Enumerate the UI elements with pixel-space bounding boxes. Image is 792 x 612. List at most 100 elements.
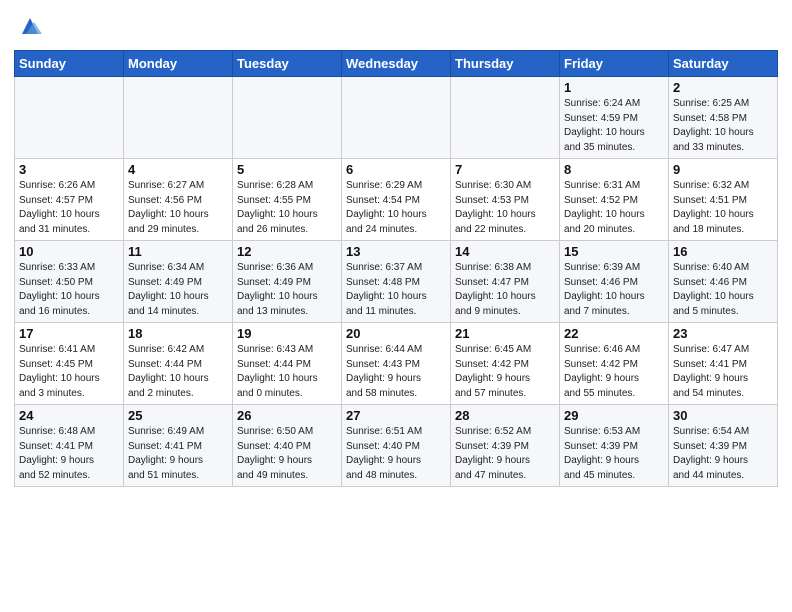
day-cell: 1Sunrise: 6:24 AMSunset: 4:59 PMDaylight… bbox=[560, 77, 669, 159]
week-row-2: 10 Sunrise: 6:33 AMSunset: 4:50 PMDayligh… bbox=[15, 241, 778, 323]
day-info: Sunrise: 6:34 AMSunset: 4:49 PMDaylight:… bbox=[128, 261, 228, 319]
day-number: 29 bbox=[564, 408, 664, 423]
day-cell: 2 Sunrise: 6:25 AMSunset: 4:58 PMDaylight… bbox=[669, 77, 778, 159]
day-number: 12 bbox=[237, 244, 337, 259]
day-number: 13 bbox=[346, 244, 446, 259]
day-info: Sunrise: 6:50 AMSunset: 4:40 PMDaylight:… bbox=[237, 425, 337, 483]
day-cell: 4 Sunrise: 6:27 AMSunset: 4:56 PMDaylight… bbox=[124, 159, 233, 241]
day-number: 8 bbox=[564, 162, 664, 177]
calendar-header: SundayMondayTuesdayWednesdayThursdayFrid… bbox=[15, 51, 778, 77]
day-cell: 30 Sunrise: 6:54 AMSunset: 4:39 PMDayligh… bbox=[669, 405, 778, 487]
day-number: 24 bbox=[19, 408, 119, 423]
logo-icon bbox=[16, 14, 44, 42]
day-cell: 5 Sunrise: 6:28 AMSunset: 4:55 PMDaylight… bbox=[233, 159, 342, 241]
day-number: 7 bbox=[455, 162, 555, 177]
day-info: Sunrise: 6:44 AMSunset: 4:43 PMDaylight:… bbox=[346, 343, 446, 401]
week-row-1: 3 Sunrise: 6:26 AMSunset: 4:57 PMDaylight… bbox=[15, 159, 778, 241]
day-info: Sunrise: 6:48 AMSunset: 4:41 PMDaylight:… bbox=[19, 425, 119, 483]
header bbox=[14, 10, 778, 42]
day-cell bbox=[124, 77, 233, 159]
day-number: 17 bbox=[19, 326, 119, 341]
day-cell: 29 Sunrise: 6:53 AMSunset: 4:39 PMDayligh… bbox=[560, 405, 669, 487]
day-info: Sunrise: 6:37 AMSunset: 4:48 PMDaylight:… bbox=[346, 261, 446, 319]
day-number: 16 bbox=[673, 244, 773, 259]
day-number: 19 bbox=[237, 326, 337, 341]
day-number: 5 bbox=[237, 162, 337, 177]
day-info: Sunrise: 6:42 AMSunset: 4:44 PMDaylight:… bbox=[128, 343, 228, 401]
day-info: Sunrise: 6:49 AMSunset: 4:41 PMDaylight:… bbox=[128, 425, 228, 483]
day-cell: 9 Sunrise: 6:32 AMSunset: 4:51 PMDaylight… bbox=[669, 159, 778, 241]
day-number: 18 bbox=[128, 326, 228, 341]
page-container: SundayMondayTuesdayWednesdayThursdayFrid… bbox=[0, 0, 792, 493]
day-cell: 27Sunrise: 6:51 AMSunset: 4:40 PMDayligh… bbox=[342, 405, 451, 487]
day-info: Sunrise: 6:36 AMSunset: 4:49 PMDaylight:… bbox=[237, 261, 337, 319]
day-cell: 25 Sunrise: 6:49 AMSunset: 4:41 PMDayligh… bbox=[124, 405, 233, 487]
day-info: Sunrise: 6:26 AMSunset: 4:57 PMDaylight:… bbox=[19, 179, 119, 237]
day-info: Sunrise: 6:33 AMSunset: 4:50 PMDaylight:… bbox=[19, 261, 119, 319]
day-info: Sunrise: 6:39 AMSunset: 4:46 PMDaylight:… bbox=[564, 261, 664, 319]
day-info: Sunrise: 6:27 AMSunset: 4:56 PMDaylight:… bbox=[128, 179, 228, 237]
day-number: 28 bbox=[455, 408, 555, 423]
day-info: Sunrise: 6:43 AMSunset: 4:44 PMDaylight:… bbox=[237, 343, 337, 401]
day-cell: 10 Sunrise: 6:33 AMSunset: 4:50 PMDayligh… bbox=[15, 241, 124, 323]
weekday-header-wednesday: Wednesday bbox=[342, 51, 451, 77]
day-cell: 12 Sunrise: 6:36 AMSunset: 4:49 PMDayligh… bbox=[233, 241, 342, 323]
day-number: 30 bbox=[673, 408, 773, 423]
day-cell: 8Sunrise: 6:31 AMSunset: 4:52 PMDaylight… bbox=[560, 159, 669, 241]
weekday-header-saturday: Saturday bbox=[669, 51, 778, 77]
day-number: 9 bbox=[673, 162, 773, 177]
day-number: 23 bbox=[673, 326, 773, 341]
day-number: 1 bbox=[564, 80, 664, 95]
day-cell bbox=[342, 77, 451, 159]
day-cell: 16 Sunrise: 6:40 AMSunset: 4:46 PMDayligh… bbox=[669, 241, 778, 323]
day-number: 4 bbox=[128, 162, 228, 177]
day-info: Sunrise: 6:25 AMSunset: 4:58 PMDaylight:… bbox=[673, 97, 773, 155]
day-info: Sunrise: 6:41 AMSunset: 4:45 PMDaylight:… bbox=[19, 343, 119, 401]
day-number: 25 bbox=[128, 408, 228, 423]
calendar-table: SundayMondayTuesdayWednesdayThursdayFrid… bbox=[14, 50, 778, 487]
day-info: Sunrise: 6:54 AMSunset: 4:39 PMDaylight:… bbox=[673, 425, 773, 483]
day-cell: 21Sunrise: 6:45 AMSunset: 4:42 PMDayligh… bbox=[451, 323, 560, 405]
day-info: Sunrise: 6:45 AMSunset: 4:42 PMDaylight:… bbox=[455, 343, 555, 401]
day-info: Sunrise: 6:38 AMSunset: 4:47 PMDaylight:… bbox=[455, 261, 555, 319]
day-cell: 13 Sunrise: 6:37 AMSunset: 4:48 PMDayligh… bbox=[342, 241, 451, 323]
day-cell: 17 Sunrise: 6:41 AMSunset: 4:45 PMDayligh… bbox=[15, 323, 124, 405]
day-number: 15 bbox=[564, 244, 664, 259]
day-cell: 14Sunrise: 6:38 AMSunset: 4:47 PMDayligh… bbox=[451, 241, 560, 323]
day-number: 27 bbox=[346, 408, 446, 423]
day-info: Sunrise: 6:53 AMSunset: 4:39 PMDaylight:… bbox=[564, 425, 664, 483]
day-info: Sunrise: 6:52 AMSunset: 4:39 PMDaylight:… bbox=[455, 425, 555, 483]
day-cell bbox=[233, 77, 342, 159]
week-row-3: 17 Sunrise: 6:41 AMSunset: 4:45 PMDayligh… bbox=[15, 323, 778, 405]
day-info: Sunrise: 6:46 AMSunset: 4:42 PMDaylight:… bbox=[564, 343, 664, 401]
day-cell: 7 Sunrise: 6:30 AMSunset: 4:53 PMDaylight… bbox=[451, 159, 560, 241]
week-row-4: 24 Sunrise: 6:48 AMSunset: 4:41 PMDayligh… bbox=[15, 405, 778, 487]
calendar-body: 1Sunrise: 6:24 AMSunset: 4:59 PMDaylight… bbox=[15, 77, 778, 487]
day-cell: 22 Sunrise: 6:46 AMSunset: 4:42 PMDayligh… bbox=[560, 323, 669, 405]
day-info: Sunrise: 6:28 AMSunset: 4:55 PMDaylight:… bbox=[237, 179, 337, 237]
week-row-0: 1Sunrise: 6:24 AMSunset: 4:59 PMDaylight… bbox=[15, 77, 778, 159]
day-info: Sunrise: 6:30 AMSunset: 4:53 PMDaylight:… bbox=[455, 179, 555, 237]
weekday-header-friday: Friday bbox=[560, 51, 669, 77]
day-number: 6 bbox=[346, 162, 446, 177]
day-info: Sunrise: 6:32 AMSunset: 4:51 PMDaylight:… bbox=[673, 179, 773, 237]
weekday-header-sunday: Sunday bbox=[15, 51, 124, 77]
day-info: Sunrise: 6:40 AMSunset: 4:46 PMDaylight:… bbox=[673, 261, 773, 319]
weekday-header-monday: Monday bbox=[124, 51, 233, 77]
logo bbox=[14, 14, 44, 42]
day-number: 10 bbox=[19, 244, 119, 259]
day-number: 26 bbox=[237, 408, 337, 423]
day-cell: 23 Sunrise: 6:47 AMSunset: 4:41 PMDayligh… bbox=[669, 323, 778, 405]
weekday-header-thursday: Thursday bbox=[451, 51, 560, 77]
day-number: 3 bbox=[19, 162, 119, 177]
day-cell: 18 Sunrise: 6:42 AMSunset: 4:44 PMDayligh… bbox=[124, 323, 233, 405]
day-cell bbox=[15, 77, 124, 159]
day-info: Sunrise: 6:29 AMSunset: 4:54 PMDaylight:… bbox=[346, 179, 446, 237]
day-number: 22 bbox=[564, 326, 664, 341]
day-cell: 19 Sunrise: 6:43 AMSunset: 4:44 PMDayligh… bbox=[233, 323, 342, 405]
day-cell: 26 Sunrise: 6:50 AMSunset: 4:40 PMDayligh… bbox=[233, 405, 342, 487]
weekday-row: SundayMondayTuesdayWednesdayThursdayFrid… bbox=[15, 51, 778, 77]
day-info: Sunrise: 6:47 AMSunset: 4:41 PMDaylight:… bbox=[673, 343, 773, 401]
day-number: 20 bbox=[346, 326, 446, 341]
day-number: 2 bbox=[673, 80, 773, 95]
